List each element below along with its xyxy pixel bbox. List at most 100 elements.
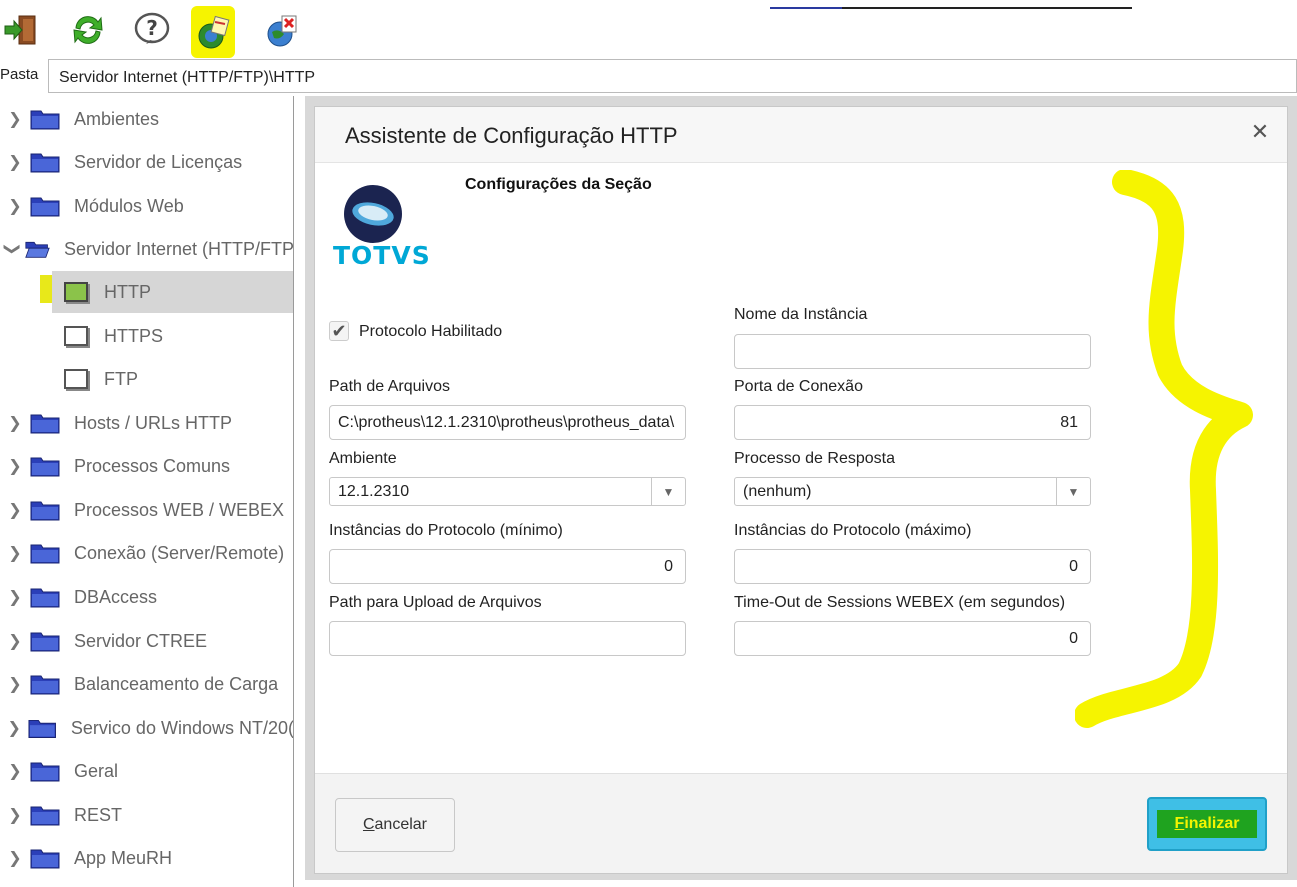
path-field[interactable]: Servidor Internet (HTTP/FTP)\HTTP [48, 59, 1297, 93]
tree-item-label: Servidor Internet (HTTP/FTP [63, 238, 294, 259]
tree-item-modulos-web[interactable]: ❯ Módulos Web [0, 185, 293, 227]
config-tree: ❯ Ambientes ❯ Servidor de Licenças ❯ Mód… [0, 96, 294, 887]
tree-item-servico-windows[interactable]: ❯ Servico do Windows NT/20( [0, 707, 294, 749]
refresh-button[interactable] [66, 8, 110, 52]
tree-item-processos-comuns[interactable]: ❯ Processos Comuns [0, 445, 293, 487]
processo-resposta-label: Processo de Resposta [734, 450, 895, 467]
tree-item-label: Servidor CTREE [74, 630, 208, 651]
dialog-header: Assistente de Configuração HTTP ✕ [315, 107, 1287, 163]
dropdown-arrow-icon[interactable]: ▼ [651, 478, 685, 505]
cancel-mnemonic: C [362, 816, 375, 833]
chevron-right-icon[interactable]: ❯ [0, 761, 30, 781]
folder-icon [30, 632, 60, 652]
folder-icon [30, 544, 60, 564]
folder-open-icon [25, 241, 50, 258]
chevron-right-icon[interactable]: ❯ [0, 152, 30, 172]
page-icon [64, 369, 88, 389]
section-title: Configurações da Seção [465, 176, 652, 193]
cancel-button[interactable]: Cancelar [335, 798, 455, 852]
tree-item-conexao[interactable]: ❯ Conexão (Server/Remote) [0, 532, 293, 574]
annotation-brace [1075, 170, 1253, 728]
protocolo-habilitado-checkbox[interactable]: ✔ [329, 321, 349, 341]
delete-config-button[interactable] [260, 8, 304, 52]
nome-instancia-input[interactable] [734, 334, 1091, 369]
chevron-down-icon[interactable]: ❯ [2, 237, 22, 262]
folder-icon [30, 675, 60, 695]
folder-icon [30, 457, 60, 477]
processo-resposta-select[interactable]: (nenhum) ▼ [734, 477, 1091, 506]
path-label: Pasta [0, 66, 39, 83]
tree-item-label: HTTP [104, 281, 151, 302]
chevron-right-icon[interactable]: ❯ [0, 718, 28, 738]
close-icon[interactable]: ✕ [1247, 119, 1273, 145]
folder-icon [30, 762, 60, 782]
tree-item-label: REST [74, 804, 123, 825]
path-arquivos-input[interactable]: C:\protheus\12.1.2310\protheus\protheus_… [329, 405, 686, 440]
chevron-right-icon[interactable]: ❯ [0, 109, 30, 129]
timeout-webex-input[interactable]: 0 [734, 621, 1091, 656]
finish-button[interactable]: Finalizar [1147, 797, 1267, 851]
ambiente-label: Ambiente [329, 450, 397, 467]
tree-item-rest[interactable]: ❯ REST [0, 794, 293, 836]
tree-item-label: Servidor de Licenças [74, 151, 243, 172]
path-upload-label: Path para Upload de Arquivos [329, 594, 542, 611]
tree-item-https[interactable]: HTTPS [52, 315, 293, 357]
folder-icon [30, 110, 60, 130]
path-arquivos-label: Path de Arquivos [329, 378, 450, 395]
chevron-right-icon[interactable]: ❯ [0, 805, 30, 825]
tree-item-geral[interactable]: ❯ Geral [0, 750, 293, 792]
logo-text: TOTVS [333, 241, 431, 270]
toolbar: ? [0, 0, 1297, 58]
tree-item-label: App MeuRH [74, 847, 173, 868]
page-icon [64, 326, 88, 346]
inst-max-input[interactable]: 0 [734, 549, 1091, 584]
path-bar: Pasta Servidor Internet (HTTP/FTP)\HTTP [0, 58, 1297, 94]
chevron-right-icon[interactable]: ❯ [0, 456, 30, 476]
tree-item-servidor-internet[interactable]: ❯ Servidor Internet (HTTP/FTP [0, 228, 294, 270]
tree-item-label: HTTPS [104, 325, 164, 346]
tree-item-label: Servico do Windows NT/20( [70, 717, 294, 738]
tree-item-hosts-urls[interactable]: ❯ Hosts / URLs HTTP [0, 402, 293, 444]
folder-icon [30, 588, 60, 608]
chevron-right-icon[interactable]: ❯ [0, 413, 30, 433]
porta-conexao-label: Porta de Conexão [734, 378, 863, 395]
folder-icon [30, 414, 60, 434]
tree-item-app-meurh[interactable]: ❯ App MeuRH [0, 837, 293, 879]
chevron-right-icon[interactable]: ❯ [0, 543, 30, 563]
porta-conexao-input[interactable]: 81 [734, 405, 1091, 440]
tree-item-label: Processos WEB / WEBEX [74, 499, 285, 520]
inst-min-input[interactable]: 0 [329, 549, 686, 584]
exit-door-icon [4, 15, 36, 45]
chevron-right-icon[interactable]: ❯ [0, 848, 30, 868]
folder-icon [28, 719, 57, 738]
inst-min-label: Instâncias do Protocolo (mínimo) [329, 522, 563, 539]
tree-item-balanceamento[interactable]: ❯ Balanceamento de Carga [0, 663, 293, 705]
chevron-right-icon[interactable]: ❯ [0, 631, 30, 651]
chevron-right-icon[interactable]: ❯ [0, 587, 30, 607]
tree-item-label: Módulos Web [74, 195, 184, 216]
tree-item-http[interactable]: HTTP [52, 271, 293, 313]
edit-globe-icon [198, 15, 230, 49]
tree-item-servidor-ctree[interactable]: ❯ Servidor CTREE [0, 620, 293, 662]
tree-item-processos-web[interactable]: ❯ Processos WEB / WEBEX [0, 489, 293, 531]
chevron-right-icon[interactable]: ❯ [0, 196, 30, 216]
help-button[interactable]: ? [130, 8, 174, 52]
finish-mnemonic: F [1174, 815, 1185, 832]
exit-button[interactable] [0, 8, 44, 52]
tree-item-ambientes[interactable]: ❯ Ambientes [0, 98, 293, 140]
tree-item-dbaccess[interactable]: ❯ DBAccess [0, 576, 293, 618]
tree-item-ftp[interactable]: FTP [52, 358, 293, 400]
path-upload-input[interactable] [329, 621, 686, 656]
ambiente-select[interactable]: 12.1.2310 ▼ [329, 477, 686, 506]
finish-label: inalizar [1184, 815, 1240, 832]
dialog-footer: Cancelar Finalizar [315, 773, 1287, 873]
chevron-right-icon[interactable]: ❯ [0, 500, 30, 520]
edit-config-button[interactable] [191, 6, 235, 58]
ambiente-value: 12.1.2310 [338, 483, 410, 500]
nome-instancia-label: Nome da Instância [734, 306, 868, 323]
tree-item-label: Conexão (Server/Remote) [74, 542, 285, 563]
progress-line [770, 7, 1132, 9]
tree-item-servidor-licencas[interactable]: ❯ Servidor de Licenças [0, 141, 293, 183]
processo-resposta-value: (nenhum) [743, 483, 812, 500]
chevron-right-icon[interactable]: ❯ [0, 674, 30, 694]
